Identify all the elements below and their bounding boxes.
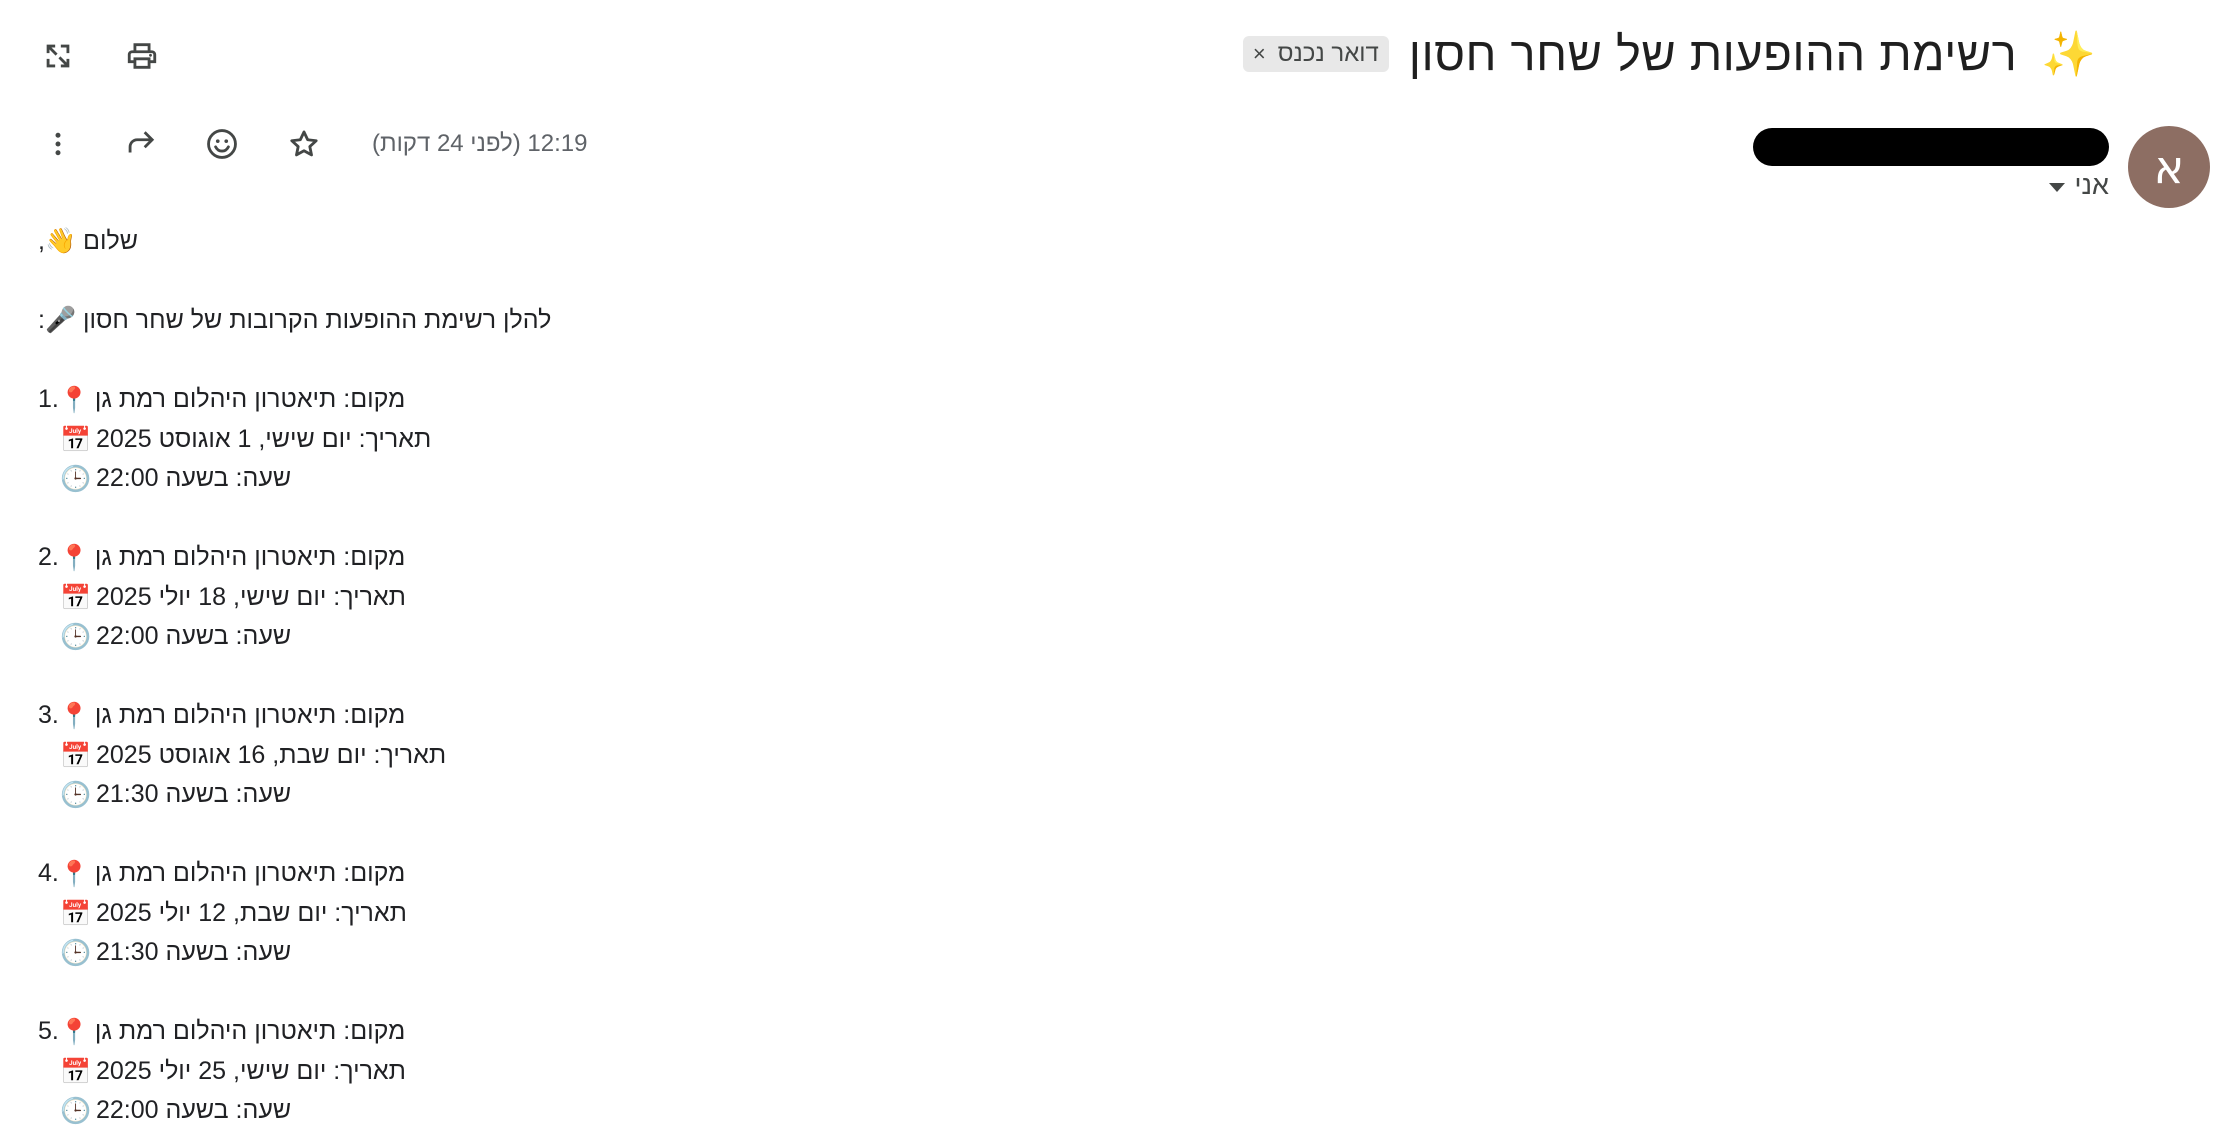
sparkles-icon: ✨ [2041,29,2096,79]
calendar-icon: 📅 [60,898,92,928]
email-subject-row: ✨ רשימת ההופעות של שחר חסון דואר נכנס × [1242,26,2096,81]
sender-avatar[interactable]: א [2128,126,2210,208]
remove-label-icon[interactable]: × [1253,41,1266,67]
email-subject: רשימת ההופעות של שחר חסון [1408,27,2018,80]
calendar-icon: 📅 [60,424,92,454]
intro-text: להלן רשימת ההופעות הקרובות של שחר חסון 🎤… [38,306,552,334]
show-time: שעה: בשעה 22:00 [96,464,292,492]
show-date: תאריך: יום שישי, 1 אוגוסט 2025 [96,424,432,453]
clock-icon: 🕒 [60,1096,92,1125]
more-options-icon[interactable] [38,124,78,164]
inbox-label: דואר נכנס [1277,39,1379,67]
forward-icon[interactable] [120,124,160,164]
pin-icon: 📍 [58,543,90,572]
show-item: 5. 📍 מקום: תיאטרון היהלום רמת גן 📅 תאריך: יו… [38,1012,551,1131]
open-in-new-window-icon[interactable] [38,36,78,76]
message-actions: 12:19 (לפני 24 דקות) [38,124,587,164]
show-date: תאריך: יום שבת, 16 אוגוסט 2025 [96,740,447,769]
star-icon[interactable] [284,124,324,164]
show-item: 1. 📍 מקום: תיאטרון היהלום רמת גן 📅 תאריך: יו… [38,380,551,538]
pin-icon: 📍 [58,859,90,888]
show-item: 4. 📍 מקום: תיאטרון היהלום רמת גן 📅 תאריך: יו… [38,854,551,1012]
print-icon[interactable] [122,36,162,76]
show-number: 5. [38,1017,59,1045]
show-place: מקום: תיאטרון היהלום רמת גן [94,1017,406,1045]
show-place: מקום: תיאטרון היהלום רמת גן [94,701,406,729]
emoji-reaction-icon[interactable] [202,124,242,164]
pin-icon: 📍 [58,385,90,414]
calendar-icon: 📅 [60,740,92,770]
show-number: 2. [38,543,59,571]
recipient-row[interactable]: אני [2048,170,2109,201]
show-item: 3. 📍 מקום: תיאטרון היהלום רמת גן 📅 תאריך: יו… [38,696,551,854]
pin-icon: 📍 [58,701,90,730]
show-time: שעה: בשעה 22:00 [96,622,292,650]
inbox-label-chip[interactable]: דואר נכנס × [1242,35,1389,72]
clock-icon: 🕒 [60,780,92,809]
show-item: 2. 📍 מקום: תיאטרון היהלום רמת גן 📅 תאריך: יו… [38,538,551,696]
show-number: 1. [38,385,59,413]
show-time: שעה: בשעה 22:00 [96,1096,292,1124]
recipient-details-caret-icon[interactable] [2048,183,2065,192]
clock-icon: 🕒 [60,622,92,651]
show-date: תאריך: יום שבת, 12 יולי 2025 [96,898,407,927]
show-time: שעה: בשעה 21:30 [96,938,292,966]
recipient-label: אני [2074,170,2109,200]
clock-icon: 🕒 [60,938,92,967]
show-number: 3. [38,701,59,729]
greeting-text: שלום 👋, [38,227,138,255]
show-time: שעה: בשעה 21:30 [96,780,292,808]
show-date: תאריך: יום שישי, 25 יולי 2025 [96,1056,406,1085]
clock-icon: 🕒 [60,464,92,493]
show-place: מקום: תיאטרון היהלום רמת גן [94,385,406,413]
email-view: ✨ רשימת ההופעות של שחר חסון דואר נכנס × … [0,0,2230,1136]
redacted-sender-name [1753,128,2109,166]
calendar-icon: 📅 [60,1056,92,1086]
message-timestamp: 12:19 (לפני 24 דקות) [372,130,588,157]
show-number: 4. [38,859,59,887]
calendar-icon: 📅 [60,582,92,612]
pin-icon: 📍 [58,1017,90,1046]
top-toolbar [38,36,162,76]
show-place: מקום: תיאטרון היהלום רמת גן [94,543,406,571]
show-list: 1. 📍 מקום: תיאטרון היהלום רמת גן 📅 תאריך: יו… [38,380,551,1131]
show-place: מקום: תיאטרון היהלום רמת גן [94,859,406,887]
show-date: תאריך: יום שישי, 18 יולי 2025 [96,582,406,611]
email-body: שלום 👋, להלן רשימת ההופעות הקרובות של שח… [38,222,551,1131]
